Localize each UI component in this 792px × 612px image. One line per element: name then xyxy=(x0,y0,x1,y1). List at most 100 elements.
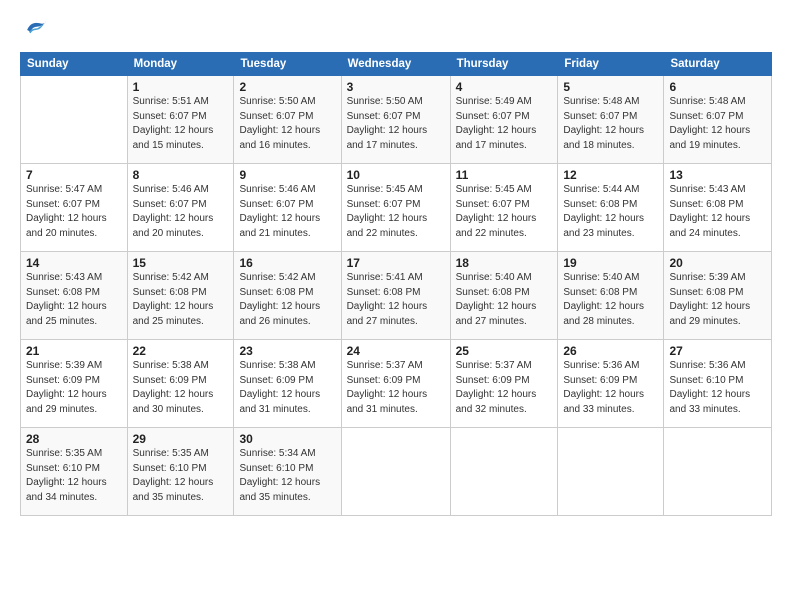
weekday-header: Saturday xyxy=(664,53,772,76)
day-number: 28 xyxy=(26,432,122,446)
day-info: Sunrise: 5:40 AMSunset: 6:08 PMDaylight:… xyxy=(456,271,553,329)
calendar-cell: 3Sunrise: 5:50 AMSunset: 6:07 PMDaylight… xyxy=(341,76,450,164)
header xyxy=(20,18,772,42)
day-number: 7 xyxy=(26,168,122,182)
day-info: Sunrise: 5:44 AMSunset: 6:08 PMDaylight:… xyxy=(563,183,658,241)
calendar-cell: 2Sunrise: 5:50 AMSunset: 6:07 PMDaylight… xyxy=(234,76,341,164)
day-info: Sunrise: 5:43 AMSunset: 6:08 PMDaylight:… xyxy=(26,271,122,329)
calendar-cell: 15Sunrise: 5:42 AMSunset: 6:08 PMDayligh… xyxy=(127,252,234,340)
calendar-cell: 10Sunrise: 5:45 AMSunset: 6:07 PMDayligh… xyxy=(341,164,450,252)
page: SundayMondayTuesdayWednesdayThursdayFrid… xyxy=(0,0,792,612)
day-number: 15 xyxy=(133,256,229,270)
weekday-header: Monday xyxy=(127,53,234,76)
calendar-week-row: 28Sunrise: 5:35 AMSunset: 6:10 PMDayligh… xyxy=(21,428,772,516)
weekday-header: Thursday xyxy=(450,53,558,76)
calendar-header-row: SundayMondayTuesdayWednesdayThursdayFrid… xyxy=(21,53,772,76)
calendar-cell: 4Sunrise: 5:49 AMSunset: 6:07 PMDaylight… xyxy=(450,76,558,164)
calendar-cell xyxy=(341,428,450,516)
calendar-cell: 24Sunrise: 5:37 AMSunset: 6:09 PMDayligh… xyxy=(341,340,450,428)
day-info: Sunrise: 5:40 AMSunset: 6:08 PMDaylight:… xyxy=(563,271,658,329)
day-number: 1 xyxy=(133,80,229,94)
day-number: 14 xyxy=(26,256,122,270)
weekday-header: Friday xyxy=(558,53,664,76)
calendar-cell: 14Sunrise: 5:43 AMSunset: 6:08 PMDayligh… xyxy=(21,252,128,340)
day-info: Sunrise: 5:46 AMSunset: 6:07 PMDaylight:… xyxy=(239,183,335,241)
day-info: Sunrise: 5:37 AMSunset: 6:09 PMDaylight:… xyxy=(456,359,553,417)
day-info: Sunrise: 5:34 AMSunset: 6:10 PMDaylight:… xyxy=(239,447,335,505)
day-number: 22 xyxy=(133,344,229,358)
day-number: 25 xyxy=(456,344,553,358)
day-info: Sunrise: 5:38 AMSunset: 6:09 PMDaylight:… xyxy=(239,359,335,417)
calendar-cell: 12Sunrise: 5:44 AMSunset: 6:08 PMDayligh… xyxy=(558,164,664,252)
day-number: 12 xyxy=(563,168,658,182)
day-number: 24 xyxy=(347,344,445,358)
logo xyxy=(20,18,52,42)
day-number: 27 xyxy=(669,344,766,358)
calendar-cell: 19Sunrise: 5:40 AMSunset: 6:08 PMDayligh… xyxy=(558,252,664,340)
calendar-cell: 21Sunrise: 5:39 AMSunset: 6:09 PMDayligh… xyxy=(21,340,128,428)
calendar-cell: 28Sunrise: 5:35 AMSunset: 6:10 PMDayligh… xyxy=(21,428,128,516)
calendar-cell: 6Sunrise: 5:48 AMSunset: 6:07 PMDaylight… xyxy=(664,76,772,164)
calendar-cell: 8Sunrise: 5:46 AMSunset: 6:07 PMDaylight… xyxy=(127,164,234,252)
calendar-cell: 1Sunrise: 5:51 AMSunset: 6:07 PMDaylight… xyxy=(127,76,234,164)
calendar-cell: 30Sunrise: 5:34 AMSunset: 6:10 PMDayligh… xyxy=(234,428,341,516)
day-number: 6 xyxy=(669,80,766,94)
day-info: Sunrise: 5:42 AMSunset: 6:08 PMDaylight:… xyxy=(239,271,335,329)
day-info: Sunrise: 5:36 AMSunset: 6:09 PMDaylight:… xyxy=(563,359,658,417)
calendar-cell xyxy=(21,76,128,164)
day-number: 26 xyxy=(563,344,658,358)
calendar-week-row: 21Sunrise: 5:39 AMSunset: 6:09 PMDayligh… xyxy=(21,340,772,428)
day-info: Sunrise: 5:39 AMSunset: 6:09 PMDaylight:… xyxy=(26,359,122,417)
day-number: 4 xyxy=(456,80,553,94)
day-info: Sunrise: 5:36 AMSunset: 6:10 PMDaylight:… xyxy=(669,359,766,417)
day-info: Sunrise: 5:35 AMSunset: 6:10 PMDaylight:… xyxy=(133,447,229,505)
weekday-header: Wednesday xyxy=(341,53,450,76)
day-number: 21 xyxy=(26,344,122,358)
day-number: 9 xyxy=(239,168,335,182)
calendar-cell: 16Sunrise: 5:42 AMSunset: 6:08 PMDayligh… xyxy=(234,252,341,340)
calendar-cell: 9Sunrise: 5:46 AMSunset: 6:07 PMDaylight… xyxy=(234,164,341,252)
calendar-cell: 29Sunrise: 5:35 AMSunset: 6:10 PMDayligh… xyxy=(127,428,234,516)
day-number: 3 xyxy=(347,80,445,94)
calendar-week-row: 14Sunrise: 5:43 AMSunset: 6:08 PMDayligh… xyxy=(21,252,772,340)
calendar-cell: 22Sunrise: 5:38 AMSunset: 6:09 PMDayligh… xyxy=(127,340,234,428)
calendar-week-row: 7Sunrise: 5:47 AMSunset: 6:07 PMDaylight… xyxy=(21,164,772,252)
calendar-cell: 23Sunrise: 5:38 AMSunset: 6:09 PMDayligh… xyxy=(234,340,341,428)
day-info: Sunrise: 5:48 AMSunset: 6:07 PMDaylight:… xyxy=(669,95,766,153)
calendar-table: SundayMondayTuesdayWednesdayThursdayFrid… xyxy=(20,52,772,516)
calendar-cell: 27Sunrise: 5:36 AMSunset: 6:10 PMDayligh… xyxy=(664,340,772,428)
calendar-cell: 20Sunrise: 5:39 AMSunset: 6:08 PMDayligh… xyxy=(664,252,772,340)
day-info: Sunrise: 5:50 AMSunset: 6:07 PMDaylight:… xyxy=(239,95,335,153)
calendar-cell: 13Sunrise: 5:43 AMSunset: 6:08 PMDayligh… xyxy=(664,164,772,252)
calendar-cell: 7Sunrise: 5:47 AMSunset: 6:07 PMDaylight… xyxy=(21,164,128,252)
day-info: Sunrise: 5:51 AMSunset: 6:07 PMDaylight:… xyxy=(133,95,229,153)
calendar-cell: 17Sunrise: 5:41 AMSunset: 6:08 PMDayligh… xyxy=(341,252,450,340)
day-number: 10 xyxy=(347,168,445,182)
calendar-cell: 18Sunrise: 5:40 AMSunset: 6:08 PMDayligh… xyxy=(450,252,558,340)
day-number: 5 xyxy=(563,80,658,94)
day-info: Sunrise: 5:49 AMSunset: 6:07 PMDaylight:… xyxy=(456,95,553,153)
day-number: 17 xyxy=(347,256,445,270)
calendar-week-row: 1Sunrise: 5:51 AMSunset: 6:07 PMDaylight… xyxy=(21,76,772,164)
day-info: Sunrise: 5:39 AMSunset: 6:08 PMDaylight:… xyxy=(669,271,766,329)
day-number: 11 xyxy=(456,168,553,182)
day-number: 2 xyxy=(239,80,335,94)
calendar-cell: 11Sunrise: 5:45 AMSunset: 6:07 PMDayligh… xyxy=(450,164,558,252)
day-info: Sunrise: 5:41 AMSunset: 6:08 PMDaylight:… xyxy=(347,271,445,329)
day-info: Sunrise: 5:50 AMSunset: 6:07 PMDaylight:… xyxy=(347,95,445,153)
day-info: Sunrise: 5:48 AMSunset: 6:07 PMDaylight:… xyxy=(563,95,658,153)
day-info: Sunrise: 5:47 AMSunset: 6:07 PMDaylight:… xyxy=(26,183,122,241)
day-number: 18 xyxy=(456,256,553,270)
day-number: 13 xyxy=(669,168,766,182)
day-info: Sunrise: 5:45 AMSunset: 6:07 PMDaylight:… xyxy=(347,183,445,241)
calendar-cell: 5Sunrise: 5:48 AMSunset: 6:07 PMDaylight… xyxy=(558,76,664,164)
calendar-cell: 25Sunrise: 5:37 AMSunset: 6:09 PMDayligh… xyxy=(450,340,558,428)
day-info: Sunrise: 5:42 AMSunset: 6:08 PMDaylight:… xyxy=(133,271,229,329)
day-info: Sunrise: 5:38 AMSunset: 6:09 PMDaylight:… xyxy=(133,359,229,417)
day-number: 29 xyxy=(133,432,229,446)
day-info: Sunrise: 5:35 AMSunset: 6:10 PMDaylight:… xyxy=(26,447,122,505)
calendar-cell xyxy=(450,428,558,516)
day-info: Sunrise: 5:43 AMSunset: 6:08 PMDaylight:… xyxy=(669,183,766,241)
day-info: Sunrise: 5:37 AMSunset: 6:09 PMDaylight:… xyxy=(347,359,445,417)
calendar-cell xyxy=(558,428,664,516)
